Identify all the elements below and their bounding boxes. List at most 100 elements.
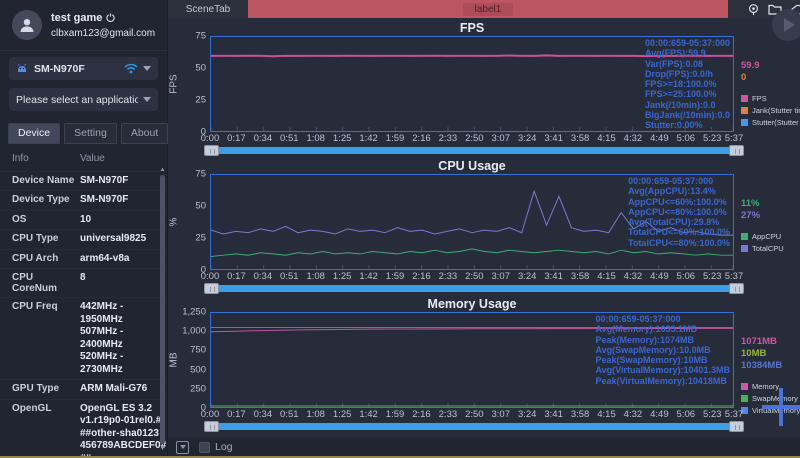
scene-label-bar[interactable]: label1 [248, 0, 728, 18]
chart-side-column: 11%27% AppCPUTotalCPU [734, 174, 800, 270]
slider-handle-left[interactable] [204, 145, 219, 156]
plot-area[interactable]: 00:00:659-05:37:000Avg(Memory):1035.1MBP… [210, 312, 734, 408]
x-tick-label: 0:00 [201, 409, 220, 420]
x-tick-label: 3:07 [492, 133, 511, 144]
scroll-down-icon[interactable]: ▼ [159, 446, 166, 452]
value-cell: SM-N970F [80, 194, 167, 207]
current-value: 1071MB [741, 336, 800, 348]
x-tick-label: 5:06 [677, 133, 696, 144]
x-tick-label: 2:50 [465, 133, 484, 144]
current-value: 11% [741, 198, 800, 210]
chart-title: FPS [210, 21, 734, 36]
slider-handle-left[interactable] [204, 421, 219, 432]
scrollbar-thumb[interactable] [160, 175, 165, 444]
y-tick-label: 75 [195, 31, 206, 42]
location-icon[interactable] [747, 3, 760, 16]
slider-track[interactable] [204, 285, 744, 292]
x-tick-label: 3:58 [571, 409, 590, 420]
y-axis-ticks: 0255075 [180, 174, 210, 270]
slider-handle-right[interactable] [729, 145, 744, 156]
current-values: 1071MB10MB10384MB [741, 336, 800, 372]
series-appcpu [211, 249, 733, 257]
device-info-table: InfoValueDevice NameSM-N970FDevice TypeS… [0, 149, 167, 456]
table-row: CPU CoreNum8 [0, 269, 167, 298]
x-tick-label: 3:07 [492, 409, 511, 420]
chart-canvas [211, 37, 733, 131]
range-slider[interactable] [204, 145, 744, 157]
info-cell: CPU CoreNum [0, 272, 80, 294]
chart-canvas [211, 313, 733, 407]
add-chart-button[interactable] [762, 388, 800, 426]
range-slider[interactable] [204, 421, 744, 433]
chart-row: FPS 0255075 00:00:659-05:37:000Avg(FPS):… [168, 36, 800, 132]
app-select[interactable]: Please select an application [9, 88, 158, 111]
value-cell: 10 [80, 214, 167, 227]
log-toggle[interactable]: Log [199, 441, 233, 453]
series-totalcpu [211, 191, 733, 235]
value-cell: Value [80, 153, 167, 166]
x-tick-label: 1:42 [359, 271, 378, 282]
info-cell: Device Type [0, 194, 80, 207]
scroll-up-icon[interactable]: ▲ [159, 167, 166, 173]
x-tick-label: 1:08 [306, 271, 325, 282]
info-cell: OpenGL [0, 403, 80, 457]
wifi-icon [124, 63, 138, 74]
y-axis-label-text: MB [169, 353, 180, 368]
tab-device[interactable]: Device [8, 123, 60, 144]
sidebar: test game clbxam123@gmail.com SM-N970F [0, 0, 168, 456]
tab-about[interactable]: About [121, 123, 168, 144]
log-checkbox[interactable] [199, 442, 210, 453]
value-cell: 8 [80, 272, 167, 294]
x-tick-label: 3:24 [518, 409, 537, 420]
x-tick-label: 1:42 [359, 133, 378, 144]
current-value: 0 [741, 72, 800, 84]
chart-row: MB 02505007501,0001,250 00:00:659-05:37:… [168, 312, 800, 408]
scene-label[interactable]: label1 [463, 3, 514, 16]
x-tick-label: 0:51 [280, 133, 299, 144]
slider-handle-right[interactable] [729, 283, 744, 294]
y-axis-label-text: % [169, 218, 180, 227]
tab-setting[interactable]: Setting [64, 123, 117, 144]
legend: AppCPUTotalCPU [741, 232, 800, 253]
x-axis-ticks: 0:000:170:340:511:081:251:421:592:162:33… [210, 408, 734, 421]
x-tick-label: 3:58 [571, 271, 590, 282]
legend-label: Jank(Stutter times) [752, 106, 800, 115]
slider-handle-right[interactable] [729, 421, 744, 432]
sidebar-scrollbar[interactable]: ▲ ▼ [159, 167, 166, 452]
x-tick-label: 4:15 [597, 271, 616, 282]
device-select[interactable]: SM-N970F [9, 57, 158, 80]
bottombar: Log [168, 438, 800, 456]
value-cell: OpenGL ES 3.2 v1.r19p0-01rel0.# ##other-… [80, 403, 167, 457]
x-tick-label: 2:16 [412, 271, 431, 282]
x-tick-label: 1:25 [333, 133, 352, 144]
avatar[interactable] [12, 10, 42, 40]
legend: FPSJank(Stutter times)Stutter(Stutter ra… [741, 94, 800, 127]
series-memory [211, 328, 733, 331]
plot-area[interactable]: 00:00:659-05:37:000Avg(AppCPU):13.4%AppC… [210, 174, 734, 270]
chart-side-column: 59.90 FPSJank(Stutter times)Stutter(Stut… [734, 36, 800, 132]
x-tick-label: 1:42 [359, 409, 378, 420]
power-icon[interactable] [106, 13, 115, 22]
slider-track[interactable] [204, 423, 744, 430]
slider-handle-left[interactable] [204, 283, 219, 294]
plot-area[interactable]: 00:00:659-05:37:000Avg(FPS):59.9Var(FPS)… [210, 36, 734, 132]
chevron-down-icon [143, 97, 151, 102]
y-axis-label: FPS [168, 36, 180, 132]
x-tick-label: 5:37 [725, 409, 744, 420]
y-axis-label-text: FPS [169, 74, 180, 93]
current-value: 10384MB [741, 360, 800, 372]
x-tick-label: 3:41 [544, 409, 563, 420]
x-tick-label: 2:50 [465, 409, 484, 420]
x-tick-label: 3:24 [518, 133, 537, 144]
slider-track[interactable] [204, 147, 744, 154]
y-tick-label: 50 [195, 63, 206, 74]
y-tick-label: 750 [190, 345, 206, 356]
scene-tab[interactable]: SceneTab [168, 0, 248, 18]
collapse-panel-button[interactable] [176, 441, 189, 454]
y-tick-label: 75 [195, 169, 206, 180]
range-slider[interactable] [204, 283, 744, 295]
legend-label: AppCPU [752, 232, 781, 241]
legend-label: FPS [752, 94, 767, 103]
play-button[interactable] [772, 9, 800, 41]
current-values: 59.90 [741, 60, 800, 84]
